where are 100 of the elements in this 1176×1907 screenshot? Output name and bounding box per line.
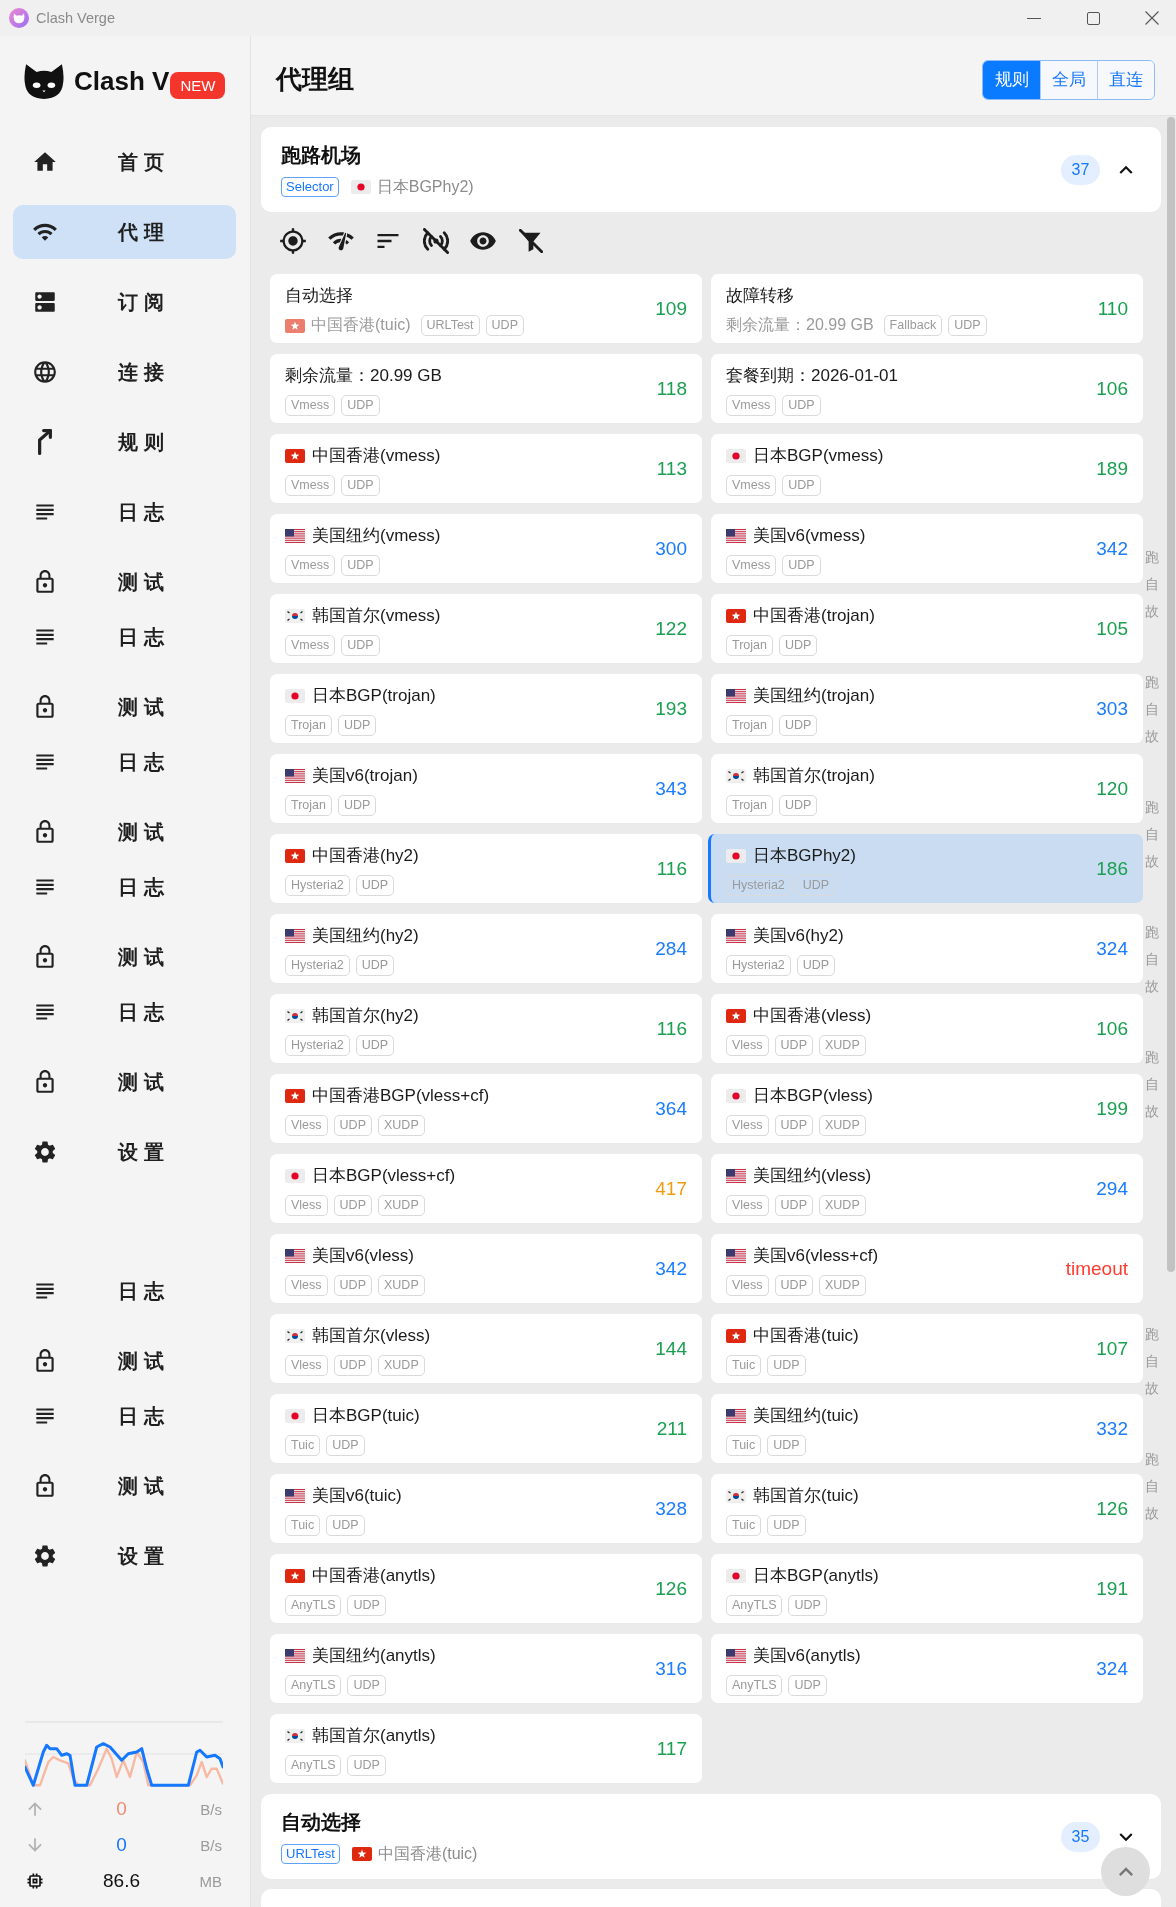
proxy-tag: UDP — [337, 715, 377, 736]
mode-button[interactable]: 直连 — [1097, 60, 1154, 99]
delay-value: 189 — [1096, 457, 1128, 480]
proxy-card[interactable]: 美国v6(vless) Vless UDP XUDP 342 — [270, 1234, 702, 1303]
proxy-card[interactable]: 日本BGP(vless+cf) Vless UDP XUDP 417 — [270, 1154, 702, 1223]
nav-item[interactable]: 日 志 — [13, 860, 236, 914]
delay-value: 144 — [655, 1337, 687, 1360]
nav-item[interactable]: 日 志 — [13, 985, 236, 1039]
nav-item[interactable]: 测 试 — [13, 1055, 236, 1109]
proxy-card[interactable]: 韩国首尔(hy2) Hysteria2 UDP 116 — [270, 994, 702, 1063]
proxy-card[interactable]: 韩国首尔(anytls) AnyTLS UDP 117 — [270, 1714, 702, 1783]
proxy-card[interactable]: 剩余流量：20.99 GB Vmess UDP 118 — [270, 354, 702, 423]
close-icon[interactable] — [1145, 11, 1159, 25]
proxy-card[interactable]: 中国香港(vless) Vless UDP XUDP 106 — [711, 994, 1143, 1063]
nav-item[interactable]: 日 志 — [13, 1264, 236, 1318]
proxy-card[interactable]: 套餐到期：2026-01-01 Vmess UDP 106 — [711, 354, 1143, 423]
delay-value: 117 — [656, 1737, 687, 1760]
nav-item[interactable]: 日 志 — [13, 1389, 236, 1443]
signal-off-icon[interactable] — [422, 228, 449, 254]
proxy-card[interactable]: 中国香港(hy2) Hysteria2 UDP 116 — [270, 834, 702, 903]
group-card[interactable]: 跑路机场 Selector 日本BGPhy2) 37 — [261, 127, 1161, 212]
group-card[interactable]: 自动选择 URLTest 中国香港(tuic) 35 — [261, 1794, 1161, 1879]
nav-item[interactable]: 设 置 — [13, 1529, 236, 1583]
fork-arrow-icon — [38, 429, 52, 455]
proxy-card[interactable]: 韩国首尔(vmess) Vmess UDP 122 — [270, 594, 702, 663]
locate-icon[interactable] — [279, 227, 307, 255]
nav-item[interactable]: 代 理 — [13, 205, 236, 259]
nav-item[interactable]: 日 志 — [13, 610, 236, 664]
nav-item[interactable]: 设 置 — [13, 1125, 236, 1179]
proxy-name: 美国v6(tuic) — [312, 1485, 402, 1507]
proxy-name: 美国纽约(vless) — [753, 1165, 872, 1187]
proxy-name: 日本BGP(vless+cf) — [312, 1165, 456, 1187]
proxy-card[interactable]: 中国香港BGP(vless+cf) Vless UDP XUDP 364 — [270, 1074, 702, 1143]
scrollbar-thumb[interactable] — [1167, 117, 1175, 1272]
nav-item[interactable]: 订 阅 — [13, 275, 236, 329]
proxy-card[interactable]: 自动选择 中国香港(tuic) URLTest UDP 109 — [270, 274, 702, 343]
minimize-icon[interactable] — [1027, 17, 1041, 19]
nav-item[interactable]: 测 试 — [13, 680, 236, 734]
proxy-card[interactable]: 日本BGP(tuic) Tuic UDP 211 — [270, 1394, 702, 1463]
nav-item[interactable]: 连 接 — [13, 345, 236, 399]
mode-button[interactable]: 规则 — [983, 60, 1040, 99]
delay-value: 120 — [1096, 777, 1128, 800]
nav-item[interactable]: 日 志 — [13, 485, 236, 539]
proxy-card[interactable]: 美国纽约(vless) Vless UDP XUDP 294 — [711, 1154, 1143, 1223]
delay-value: 110 — [1097, 297, 1128, 320]
proxy-tag: UDP — [355, 1035, 395, 1056]
proxy-tag: UDP — [347, 1595, 386, 1616]
download-unit: B/s — [200, 1836, 222, 1854]
server-icon — [32, 289, 58, 315]
proxy-name: 中国香港(vless) — [753, 1005, 872, 1027]
proxy-card[interactable]: 美国v6(trojan) Trojan UDP 343 — [270, 754, 702, 823]
nav-item[interactable]: 首 页 — [13, 135, 236, 189]
nav-item[interactable]: 测 试 — [13, 555, 236, 609]
proxy-tag: XUDP — [378, 1355, 425, 1376]
proxy-tag: Vless — [726, 1195, 769, 1216]
delay-value: 342 — [655, 1257, 687, 1280]
proxy-card[interactable]: 中国香港(anytls) AnyTLS UDP 126 — [270, 1554, 702, 1623]
proxy-card[interactable]: 美国v6(vmess) Vmess UDP 342 — [711, 514, 1143, 583]
maximize-icon[interactable] — [1086, 11, 1100, 25]
proxy-tag: Vless — [726, 1115, 769, 1136]
usa-flag-icon — [285, 769, 305, 783]
chip-icon — [25, 1871, 45, 1891]
proxy-card[interactable]: 日本BGP(vless) Vless UDP XUDP 199 — [711, 1074, 1143, 1143]
nav-item[interactable]: 规 则 — [13, 415, 236, 469]
proxy-card[interactable]: 美国纽约(tuic) Tuic UDP 332 — [711, 1394, 1143, 1463]
nav-item[interactable]: 测 试 — [13, 805, 236, 859]
proxy-card[interactable]: 美国纽约(anytls) AnyTLS UDP 316 — [270, 1634, 702, 1703]
nav-item[interactable]: 测 试 — [13, 930, 236, 984]
proxy-card[interactable]: 美国纽约(trojan) Trojan UDP 303 — [711, 674, 1143, 743]
proxy-card[interactable]: 美国v6(tuic) Tuic UDP 328 — [270, 1474, 702, 1543]
nav-item[interactable]: 测 试 — [13, 1459, 236, 1513]
proxy-tag: Tuic — [285, 1515, 321, 1536]
proxy-name: 中国香港(anytls) — [312, 1565, 436, 1587]
nav-item[interactable]: 测 试 — [13, 1334, 236, 1388]
hong-kong-flag-icon — [285, 318, 305, 333]
proxy-tag: UDP — [774, 1115, 813, 1136]
mode-button[interactable]: 全局 — [1040, 60, 1097, 99]
proxy-card[interactable]: 韩国首尔(vless) Vless UDP XUDP 144 — [270, 1314, 702, 1383]
group-title: 自动选择 — [281, 1810, 361, 1834]
proxy-card[interactable]: 日本BGP(anytls) AnyTLS UDP 191 — [711, 1554, 1143, 1623]
proxy-card[interactable]: 日本BGP(vmess) Vmess UDP 189 — [711, 434, 1143, 503]
proxy-name: 中国香港BGP(vless+cf) — [312, 1085, 490, 1107]
proxy-card[interactable]: 故障转移 剩余流量：20.99 GB Fallback UDP 110 — [711, 274, 1143, 343]
proxy-card[interactable]: 韩国首尔(trojan) Trojan UDP 120 — [711, 754, 1143, 823]
proxy-card[interactable]: 美国v6(hy2) Hysteria2 UDP 324 — [711, 914, 1143, 983]
proxy-card[interactable]: 中国香港(vmess) Vmess UDP 113 — [270, 434, 702, 503]
proxy-tag: UDP — [333, 1195, 372, 1216]
proxy-card[interactable]: 美国v6(vless+cf) Vless UDP XUDP timeout — [711, 1234, 1143, 1303]
proxy-card[interactable]: 日本BGP(trojan) Trojan UDP 193 — [270, 674, 702, 743]
hong-kong-flag-icon — [285, 1569, 305, 1583]
proxy-card[interactable]: 中国香港(tuic) Tuic UDP 107 — [711, 1314, 1143, 1383]
filter-off-icon[interactable] — [518, 229, 543, 253]
proxy-card[interactable]: 中国香港(trojan) Trojan UDP 105 — [711, 594, 1143, 663]
proxy-card[interactable]: 日本BGPhy2) Hysteria2 UDP 186 — [708, 834, 1143, 903]
proxy-tag: Vmess — [285, 475, 336, 496]
proxy-card[interactable]: 美国v6(anytls) AnyTLS UDP 324 — [711, 1634, 1143, 1703]
proxy-card[interactable]: 美国纽约(hy2) Hysteria2 UDP 284 — [270, 914, 702, 983]
proxy-card[interactable]: 美国纽约(vmess) Vmess UDP 300 — [270, 514, 702, 583]
nav-item[interactable]: 日 志 — [13, 735, 236, 789]
proxy-card[interactable]: 韩国首尔(tuic) Tuic UDP 126 — [711, 1474, 1143, 1543]
